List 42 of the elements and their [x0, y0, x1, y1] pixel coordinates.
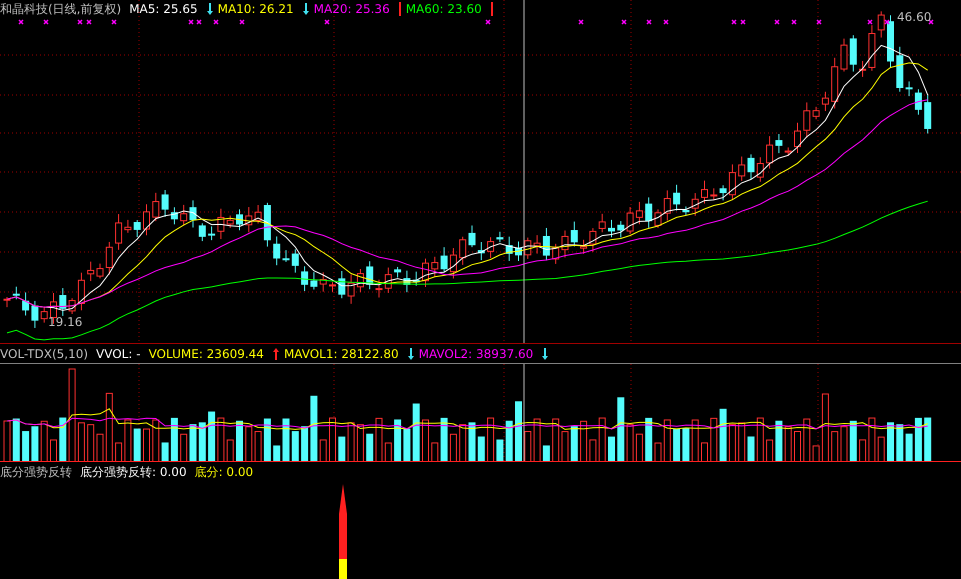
cross-marker-icon [485, 19, 491, 25]
legend-label: MA5: 25.65 [129, 2, 198, 16]
cross-marker-icon [111, 19, 117, 25]
legend-label: MAVOL1: 28122.80 [284, 346, 399, 361]
cross-marker-icon [740, 19, 746, 25]
cross-marker-icon [774, 19, 780, 25]
cross-marker-icon [884, 19, 890, 25]
legend-label: MA20: 25.36 [314, 2, 390, 16]
cross-marker-icon [867, 19, 873, 25]
cross-marker-icon [77, 19, 83, 25]
legend-label: VVOL: - [96, 346, 141, 361]
cross-marker-icon [324, 19, 330, 25]
legend-label: 底分: 0.00 [194, 464, 254, 480]
cross-marker-icon [731, 19, 737, 25]
cross-marker-icon [621, 19, 627, 25]
cross-marker-icon [43, 19, 49, 25]
cross-marker-icon [816, 19, 822, 25]
cross-marker-icon [791, 19, 797, 25]
arrow-icon [206, 3, 214, 15]
legend-label: MA10: 26.21 [218, 2, 294, 16]
arrow-icon [272, 348, 280, 360]
arrow-icon [302, 3, 310, 15]
cross-marker-icon [18, 19, 24, 25]
legend-label: MA60: 23.60 [406, 2, 482, 16]
cross-marker-icon [196, 19, 202, 25]
cross-marker-icon [663, 19, 669, 25]
cross-marker-icon [578, 19, 584, 25]
legend-label: MAVOL2: 38937.60 [418, 346, 534, 361]
legend-label: VOLUME: 23609.44 [148, 346, 264, 361]
cross-marker-icon [86, 19, 92, 25]
chart-title: 和晶科技(日线,前复权) [0, 0, 122, 18]
indicator-title: VOL-TDX(5,10) [0, 346, 88, 361]
low-price-label: 19.16 [48, 315, 82, 329]
arrow-icon [541, 348, 550, 360]
cross-marker-icon [646, 19, 652, 25]
cross-marker-icon [188, 19, 194, 25]
cross-marker-icon [213, 19, 219, 25]
cross-marker-icon [239, 19, 245, 25]
legend-label: 底分强势反转: 0.00 [80, 464, 187, 480]
indicator-title: 底分强势反转 [0, 464, 72, 480]
arrow-icon [406, 348, 415, 360]
high-price-label: 46.60 [897, 10, 932, 24]
